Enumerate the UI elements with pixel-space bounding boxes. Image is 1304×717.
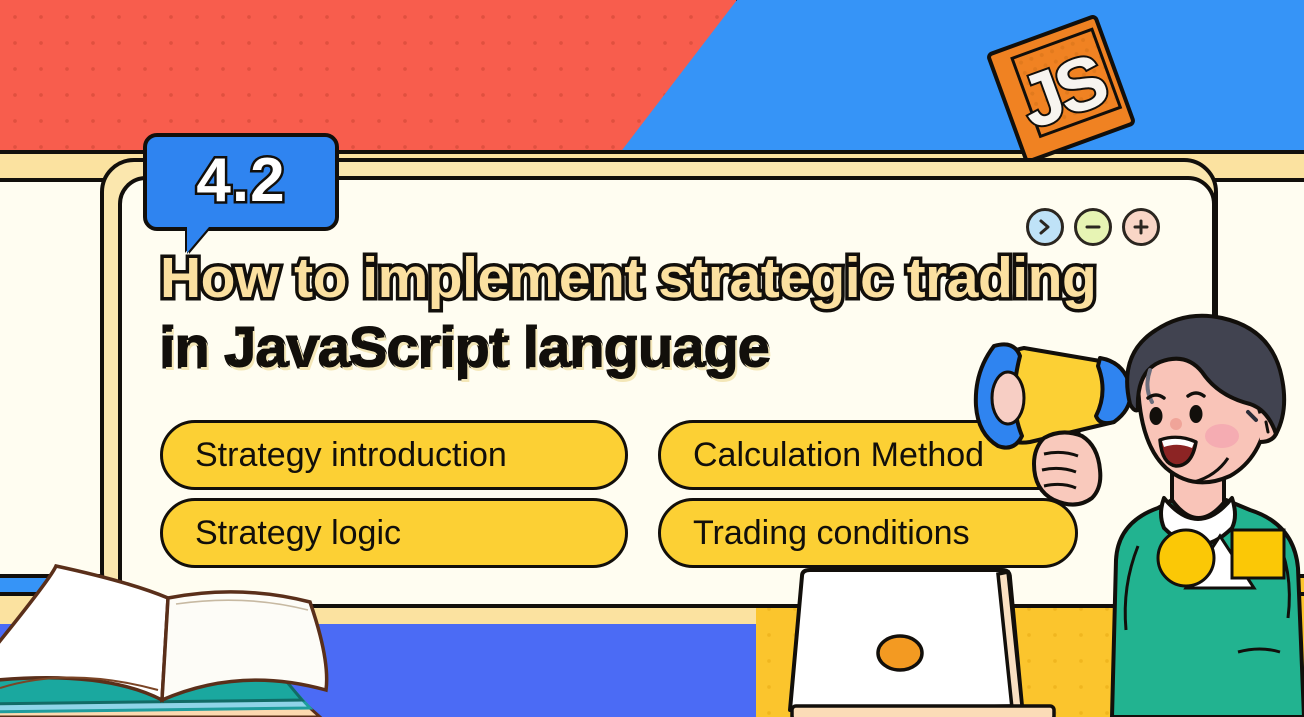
minus-icon xyxy=(1085,225,1101,229)
character-illustration xyxy=(1110,313,1304,717)
topic-label: Strategy logic xyxy=(195,513,401,552)
chevron-right-button[interactable] xyxy=(1026,208,1064,246)
laptop-illustration xyxy=(788,568,1056,717)
window-controls xyxy=(1026,208,1160,246)
section-number-text: 4.2 xyxy=(194,143,287,217)
topic-label: Calculation Method xyxy=(693,435,985,474)
title-line-1: How to implement strategic trading xyxy=(157,244,1101,312)
topic-list: Strategy introduction Calculation Method… xyxy=(160,420,1078,568)
section-number-badge: 4.2 xyxy=(143,133,339,253)
topic-pill-strategy-introduction[interactable]: Strategy introduction xyxy=(160,420,628,490)
slide-canvas: JS 4.2 How to implement strategic tradin… xyxy=(0,0,1304,717)
chevron-right-icon xyxy=(1039,219,1050,235)
minimize-button[interactable] xyxy=(1074,208,1112,246)
topic-label: Trading conditions xyxy=(693,513,970,552)
topic-pill-strategy-logic[interactable]: Strategy logic xyxy=(160,498,628,568)
badge-tail-pointer xyxy=(187,227,209,253)
topic-label: Strategy introduction xyxy=(195,435,507,474)
add-button[interactable] xyxy=(1122,208,1160,246)
plus-icon xyxy=(1133,219,1149,235)
